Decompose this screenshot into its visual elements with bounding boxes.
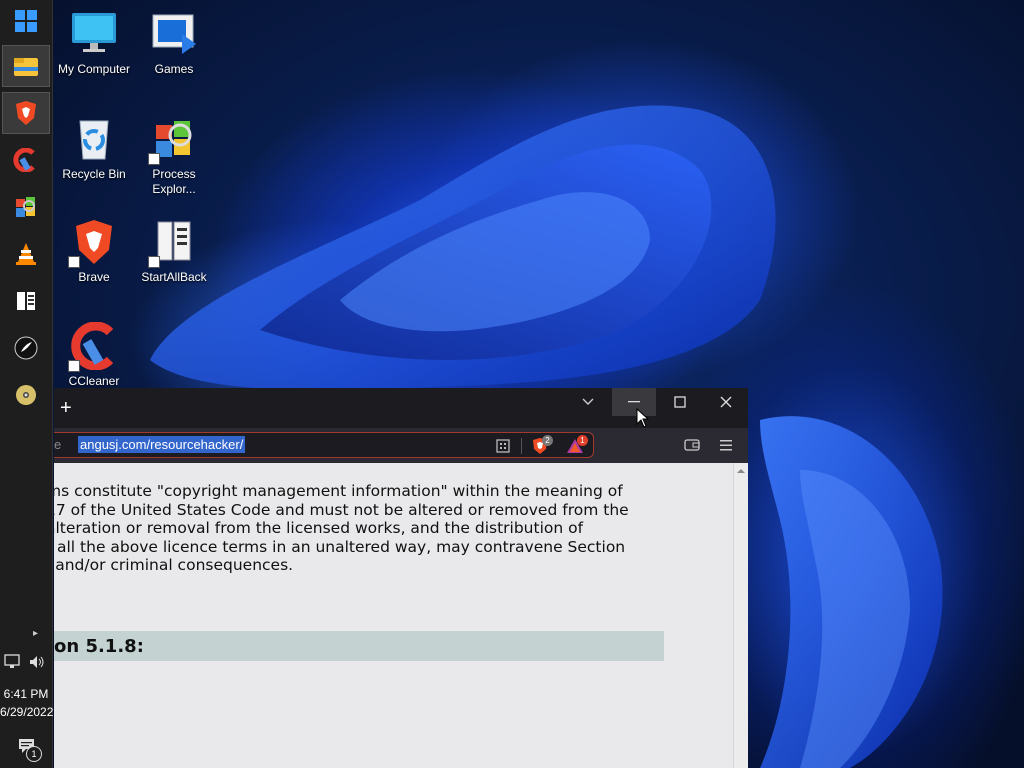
desktop-icon-label: Process Explor... [152, 167, 196, 196]
minimize-icon [628, 401, 640, 403]
shortcut-arrow-icon [68, 360, 80, 372]
desktop-icon-recycle-bin[interactable]: Recycle Bin [54, 115, 134, 182]
app-icon [14, 336, 38, 360]
qr-code-icon [496, 439, 510, 453]
desktop-icon-label: Games [154, 62, 194, 76]
desktop-icon-brave[interactable]: Brave [54, 218, 134, 285]
brave-icon [16, 101, 36, 125]
url-prefix: e [54, 437, 62, 452]
wallet-icon [684, 439, 700, 451]
monitor-icon [72, 13, 116, 52]
licence-paragraph: ms constitute "copyright management info… [54, 482, 664, 575]
shortcut-arrow-icon [148, 153, 160, 165]
shortcut-arrow-icon [68, 256, 80, 268]
version-heading-band: on 5.1.8: [54, 631, 664, 661]
desktop-icon-label: CCleaner [68, 374, 120, 388]
desktop-icon-my-computer[interactable]: My Computer [54, 10, 134, 77]
brave-browser-window: + e angusj.com/resourcehacker/ 2 1 ms co… [54, 388, 748, 768]
notification-center-button[interactable]: 1 [18, 738, 42, 762]
qr-code-button[interactable] [496, 439, 510, 458]
file-explorer-icon [14, 58, 38, 76]
brave-rewards-button[interactable]: 1 [566, 435, 590, 456]
mouse-cursor-icon [636, 408, 650, 428]
cd-drive-icon [16, 385, 36, 405]
taskbar-vlc[interactable] [2, 233, 50, 275]
network-icon[interactable] [4, 654, 22, 675]
new-tab-button[interactable]: + [60, 398, 72, 418]
volume-icon[interactable] [28, 654, 46, 675]
taskbar-ccleaner[interactable] [2, 139, 50, 181]
start-button[interactable] [2, 0, 50, 42]
desktop-icon-label: Brave [78, 270, 110, 284]
url-text[interactable]: angusj.com/resourcehacker/ [78, 436, 246, 453]
desktop-icon-games[interactable]: Games [134, 10, 214, 77]
tray-expand-button[interactable]: ▸ [0, 628, 52, 646]
close-icon [720, 396, 732, 408]
paragraph-line: alteration or removal from the licensed … [54, 519, 584, 537]
desktop-icon-ccleaner[interactable]: CCleaner [54, 321, 134, 389]
hamburger-menu-icon [720, 440, 732, 451]
paragraph-line: 17 of the United States Code and must no… [54, 500, 629, 519]
taskbar-cd-drive[interactable] [2, 374, 50, 416]
clock-date[interactable]: 6/29/2022 [0, 705, 53, 719]
games-icon [152, 14, 196, 54]
taskbar-startallback[interactable] [2, 280, 50, 322]
vlc-icon [16, 243, 36, 265]
process-explorer-icon [16, 197, 35, 217]
close-button[interactable] [704, 388, 748, 416]
recycle-bin-icon [79, 120, 109, 160]
vertical-scrollbar[interactable] [733, 463, 748, 768]
version-heading: on 5.1.8: [54, 636, 144, 657]
rewards-badge: 1 [577, 435, 588, 446]
ccleaner-icon [13, 148, 35, 172]
address-bar[interactable]: e angusj.com/resourcehacker/ 2 1 [54, 432, 594, 458]
desktop-icon-label: Recycle Bin [62, 167, 126, 181]
taskbar-brave[interactable] [2, 92, 50, 134]
menu-button[interactable] [720, 438, 732, 456]
taskbar-file-explorer[interactable] [2, 45, 50, 87]
windows-start-icon [15, 10, 37, 32]
desktop-icon-startallback[interactable]: StartAllBack [134, 218, 214, 285]
desktop-icon-label: My Computer [57, 62, 131, 76]
tab-search-button[interactable] [566, 388, 610, 416]
browser-toolbar: e angusj.com/resourcehacker/ 2 1 [54, 428, 748, 463]
paragraph-line: ms constitute "copyright management info… [54, 482, 623, 500]
taskbar-process-explorer[interactable] [2, 186, 50, 228]
desktop-icon-process-explorer[interactable]: Process Explor... [134, 115, 214, 197]
wallet-button[interactable] [684, 438, 700, 457]
taskbar: ▸ 6:41 PM 6/29/2022 1 [0, 0, 53, 768]
paragraph-line: t all the above licence terms in an unal… [54, 537, 626, 556]
shortcut-arrow-icon [148, 256, 160, 268]
maximize-button[interactable] [658, 388, 702, 416]
clock-time[interactable]: 6:41 PM [0, 687, 52, 701]
startallback-icon [17, 292, 35, 310]
page-content: ms constitute "copyright management info… [54, 463, 734, 768]
taskbar-app[interactable] [2, 327, 50, 369]
maximize-icon [674, 396, 686, 408]
desktop-icon-label: StartAllBack [141, 270, 207, 284]
shields-badge: 2 [542, 435, 553, 446]
notification-count-badge: 1 [26, 746, 42, 762]
divider [521, 438, 522, 454]
brave-shields-button[interactable]: 2 [532, 435, 556, 456]
chevron-down-icon [582, 398, 594, 405]
scroll-up-arrow-icon[interactable] [734, 466, 748, 476]
paragraph-line: l and/or criminal consequences. [54, 556, 294, 574]
